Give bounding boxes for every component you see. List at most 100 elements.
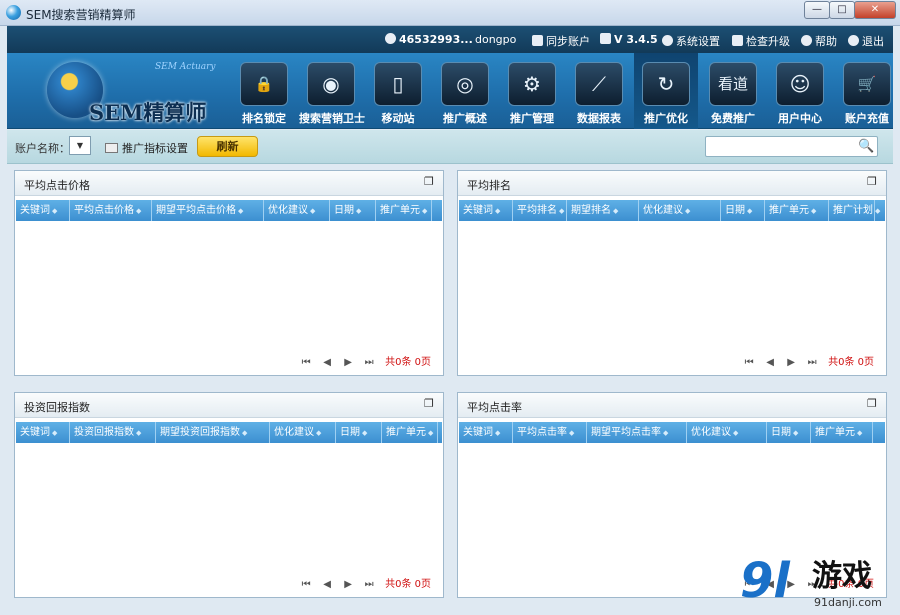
account-select[interactable]: ▼	[69, 136, 91, 155]
column-header[interactable]: 平均点击率 ◆	[513, 422, 587, 443]
table-header: 关键词 ◆ 平均点击价格 ◆ 期望平均点击价格 ◆ 优化建议 ◆ 日期 ◆ 推广单元 ◆	[16, 200, 442, 221]
column-header[interactable]: 日期 ◆	[336, 422, 382, 443]
first-page-icon[interactable]: ⏮	[300, 357, 312, 368]
table-body	[16, 221, 442, 346]
column-header[interactable]: 日期 ◆	[721, 200, 765, 221]
mobile-icon: ▯	[374, 62, 422, 106]
prev-page-icon[interactable]: ◀	[321, 579, 333, 590]
next-page-icon[interactable]: ▶	[342, 357, 354, 368]
minimize-button[interactable]: —	[804, 1, 830, 19]
sort-icon: ◆	[495, 429, 501, 437]
column-header[interactable]: 日期 ◆	[330, 200, 376, 221]
sync-icon	[532, 35, 543, 46]
column-header[interactable]: 关键词 ◆	[459, 200, 513, 221]
watermark-text: 游戏	[812, 559, 872, 594]
sort-icon: ◆	[747, 207, 753, 215]
prev-page-icon[interactable]: ◀	[321, 357, 333, 368]
column-header[interactable]: 优化建议 ◆	[639, 200, 721, 221]
sort-icon: ◆	[875, 207, 881, 215]
restore-icon[interactable]: ❐	[867, 176, 879, 188]
version-icon	[600, 33, 611, 44]
restore-icon[interactable]: ❐	[424, 398, 436, 410]
first-page-icon[interactable]: ⏮	[743, 357, 755, 368]
panel-title-bar: 平均点击价格 ❐	[15, 171, 443, 196]
nav-item-8[interactable]: ☺ 用户中心	[768, 53, 832, 129]
column-header[interactable]: 推广单元 ◆	[382, 422, 438, 443]
refresh-button[interactable]: 刷新	[197, 136, 258, 157]
eye-icon: ◉	[307, 62, 355, 106]
logo-subtitle: SEM Actuary	[155, 62, 216, 72]
report-panel: 投资回报指数 ❐ 关键词 ◆ 投资回报指数 ◆ 期望投资回报指数 ◆ 优化建议 ◆ 日期 ◆ 推广单元 ◆…	[14, 392, 444, 598]
last-page-icon[interactable]: ⏭	[363, 357, 375, 368]
nav-item-9[interactable]: 🛒 账户充值	[835, 53, 899, 129]
restore-icon[interactable]: ❐	[424, 176, 436, 188]
nav-item-4[interactable]: ⚙ 推广管理	[500, 53, 564, 129]
column-header[interactable]: 推广计划 ◆	[829, 200, 880, 221]
column-header[interactable]: 关键词 ◆	[16, 200, 70, 221]
top-info-bar: 46532993... dongpo 同步账户 V 3.4.5 系统设置 检查升…	[7, 26, 893, 53]
close-button[interactable]: ✕	[854, 1, 896, 19]
column-header[interactable]: 推广单元 ◆	[376, 200, 432, 221]
column-header[interactable]: 关键词 ◆	[459, 422, 513, 443]
nav-item-5[interactable]: ⟋ 数据报表	[567, 53, 631, 129]
account-name-label: 账户名称：	[15, 142, 70, 155]
sort-icon: ◆	[136, 429, 142, 437]
panel-title: 投资回报指数	[24, 401, 90, 414]
pager: ⏮ ◀ ▶ ⏭ 共0条 0页	[291, 575, 431, 590]
next-page-icon[interactable]: ▶	[342, 579, 354, 590]
column-header[interactable]: 关键词 ◆	[16, 422, 70, 443]
sort-icon: ◆	[811, 207, 817, 215]
last-page-icon[interactable]: ⏭	[363, 579, 375, 590]
column-header[interactable]: 推广单元 ◆	[811, 422, 873, 443]
check-upgrade-link[interactable]: 检查升级	[732, 33, 790, 49]
prev-page-icon[interactable]: ◀	[764, 357, 776, 368]
user-icon	[385, 33, 396, 44]
column-header[interactable]: 平均点击价格 ◆	[70, 200, 152, 221]
column-header[interactable]: 平均排名 ◆	[513, 200, 567, 221]
table-body	[16, 443, 442, 568]
next-page-icon[interactable]: ▶	[785, 357, 797, 368]
panel-title: 平均点击率	[467, 401, 522, 414]
search-input[interactable]	[708, 139, 856, 154]
table-header: 关键词 ◆ 平均排名 ◆ 期望排名 ◆ 优化建议 ◆ 日期 ◆ 推广单元 ◆ 推广计划 ◆	[459, 200, 885, 221]
nav-item-2[interactable]: ▯ 移动站	[366, 53, 430, 129]
sync-account-link[interactable]: 同步账户	[532, 33, 590, 49]
username: dongpo	[475, 33, 517, 46]
sort-icon: ◆	[238, 207, 244, 215]
first-page-icon[interactable]: ⏮	[300, 579, 312, 590]
column-header[interactable]: 优化建议 ◆	[270, 422, 336, 443]
nav-item-6[interactable]: ↻ 推广优化	[634, 53, 698, 129]
column-header[interactable]: 优化建议 ◆	[264, 200, 330, 221]
sort-icon: ◆	[310, 207, 316, 215]
column-header[interactable]: 期望平均点击价格 ◆	[152, 200, 264, 221]
column-header[interactable]: 期望投资回报指数 ◆	[156, 422, 270, 443]
table-header: 关键词 ◆ 平均点击率 ◆ 期望平均点击率 ◆ 优化建议 ◆ 日期 ◆ 推广单元 ◆	[459, 422, 885, 443]
system-settings-link[interactable]: 系统设置	[662, 33, 720, 49]
sort-icon: ◆	[362, 429, 368, 437]
last-page-icon[interactable]: ⏭	[806, 357, 818, 368]
indicator-settings-button[interactable]: 推广指标设置	[105, 140, 188, 156]
search-icon[interactable]: 🔍	[858, 139, 874, 154]
sort-icon: ◆	[685, 207, 691, 215]
maximize-button[interactable]: □	[829, 1, 855, 19]
column-header[interactable]: 日期 ◆	[767, 422, 811, 443]
nav-item-7[interactable]: 看道 免费推广	[701, 53, 765, 129]
upgrade-icon	[732, 35, 743, 46]
column-header[interactable]: 优化建议 ◆	[687, 422, 767, 443]
nav-label: 免费推广	[711, 112, 755, 125]
sort-icon: ◆	[52, 207, 58, 215]
help-link[interactable]: 帮助	[801, 33, 837, 49]
column-header[interactable]: 推广单元 ◆	[765, 200, 829, 221]
column-header[interactable]: 期望平均点击率 ◆	[587, 422, 687, 443]
logout-link[interactable]: 退出	[848, 33, 884, 49]
nav-item-1[interactable]: ◉ 搜索营销卫士	[299, 53, 365, 129]
nav-item-0[interactable]: 🔒 排名锁定	[232, 53, 296, 129]
panel-title-bar: 投资回报指数 ❐	[15, 393, 443, 418]
sort-icon: ◆	[733, 429, 739, 437]
sort-icon: ◆	[559, 207, 565, 215]
column-header[interactable]: 期望排名 ◆	[567, 200, 639, 221]
nav-item-3[interactable]: ◎ 推广概述	[433, 53, 497, 129]
column-header[interactable]: 投资回报指数 ◆	[70, 422, 156, 443]
table-body	[459, 221, 885, 346]
restore-icon[interactable]: ❐	[867, 398, 879, 410]
